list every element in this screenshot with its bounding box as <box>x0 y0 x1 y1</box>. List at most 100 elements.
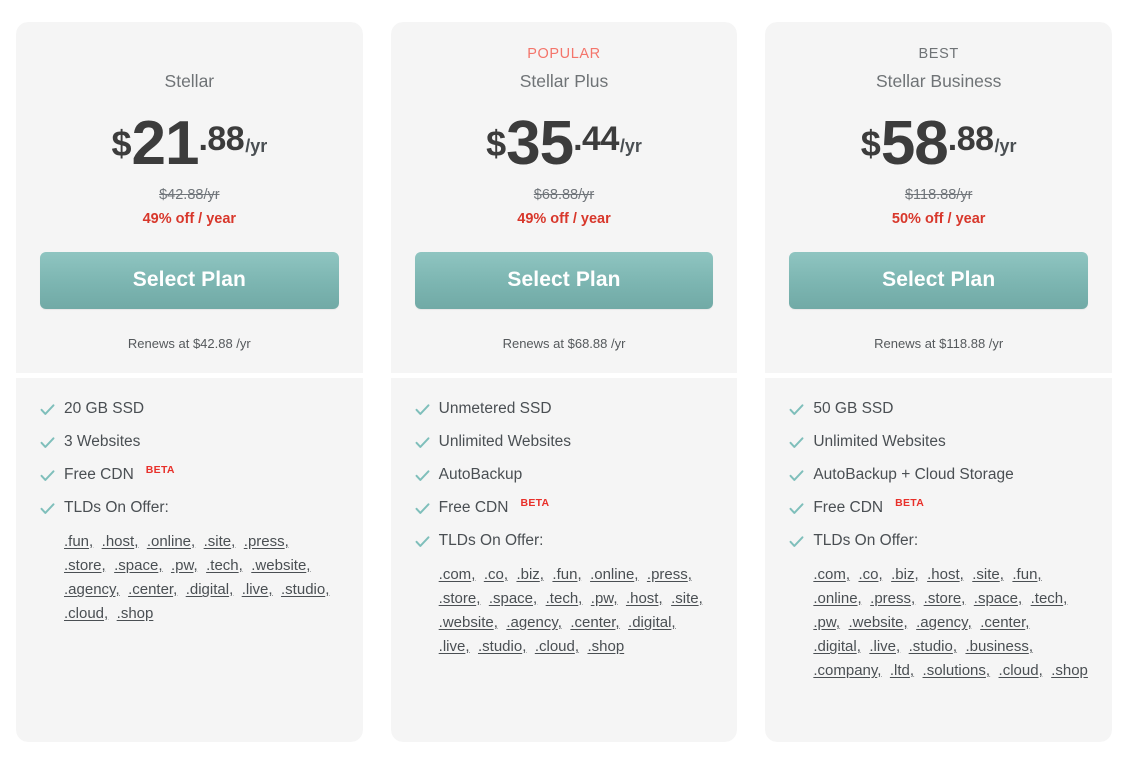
tld-link[interactable]: .ltd <box>890 662 910 679</box>
tld-link[interactable]: .digital <box>813 638 856 655</box>
check-icon <box>415 503 430 515</box>
tld-link[interactable]: .online <box>590 566 634 583</box>
tld-link[interactable]: .agency <box>64 581 115 598</box>
price-currency: $ <box>111 123 132 164</box>
select-plan-button[interactable]: Select Plan <box>40 252 339 310</box>
tld-link[interactable]: .online <box>147 533 191 550</box>
beta-badge: BETA <box>895 497 925 510</box>
tld-link[interactable]: .solutions <box>923 662 986 679</box>
tld-link[interactable]: .press <box>870 590 911 607</box>
check-icon <box>415 404 430 416</box>
tld-separator: , <box>89 533 94 551</box>
tld-separator: , <box>613 590 618 608</box>
tld-separator: , <box>961 590 966 608</box>
feature-label: Free CDN <box>438 499 509 517</box>
tld-link[interactable]: .center <box>980 614 1025 631</box>
tld-link[interactable]: .tech <box>546 590 579 607</box>
tld-link[interactable]: .website <box>251 557 306 574</box>
tld-separator: , <box>557 614 562 632</box>
tld-link[interactable]: .fun <box>552 566 577 583</box>
plan-renewal-note: Renews at $42.88 /yr <box>127 336 251 352</box>
tld-link[interactable]: .company <box>813 662 877 679</box>
tld-separator: , <box>835 614 841 632</box>
tld-separator: , <box>658 590 663 608</box>
plan-card: POPULAR Stellar Plus $35.44/yr $68.88/yr 49%… <box>390 22 738 742</box>
check-icon <box>40 437 55 449</box>
tld-link[interactable]: .live <box>439 638 466 655</box>
tld-link[interactable]: .center <box>570 614 615 631</box>
tld-link[interactable]: .cloud <box>999 662 1039 679</box>
tld-link[interactable]: .biz <box>516 566 539 583</box>
tld-link[interactable]: .store <box>439 590 477 607</box>
tld-link[interactable]: .space <box>114 557 158 574</box>
tld-link[interactable]: .com <box>813 566 846 583</box>
tld-link[interactable]: .store <box>64 557 102 574</box>
tld-link[interactable]: .biz <box>891 566 914 583</box>
plan-price: $35.44/yr <box>415 109 714 178</box>
tld-link[interactable]: .site <box>972 566 1000 583</box>
tld-link[interactable]: .website <box>439 614 494 631</box>
tld-link[interactable]: .digital <box>186 581 229 598</box>
select-plan-button[interactable]: Select Plan <box>414 252 714 310</box>
tld-separator: , <box>191 533 196 551</box>
tld-link[interactable]: .live <box>869 638 896 655</box>
tld-link[interactable]: .studio <box>909 638 953 655</box>
tld-link[interactable]: .fun <box>1012 566 1037 583</box>
tld-link[interactable]: .cloud <box>64 605 104 622</box>
tld-link[interactable]: .co <box>484 566 504 583</box>
tld-link[interactable]: .studio <box>281 581 325 598</box>
tld-link[interactable]: .com <box>439 566 472 583</box>
tld-link[interactable]: .live <box>242 581 269 598</box>
tld-link[interactable]: .fun <box>64 533 89 550</box>
tld-link[interactable]: .press <box>647 566 688 583</box>
tld-link[interactable]: .pw <box>171 557 194 574</box>
plan-header-panel: POPULAR Stellar Plus $35.44/yr $68.88/yr 49%… <box>390 22 738 374</box>
tld-link[interactable]: .pw <box>591 590 614 607</box>
tld-list: .com, .co, .biz, .fun, .online, .press, … <box>439 563 714 659</box>
tld-link[interactable]: .host <box>927 566 960 583</box>
tld-separator: , <box>1038 662 1043 680</box>
tld-link[interactable]: .site <box>671 590 699 607</box>
plan-ribbon-badge <box>40 44 339 65</box>
tld-link[interactable]: .space <box>489 590 533 607</box>
tld-link[interactable]: .shop <box>1051 662 1088 679</box>
tld-link[interactable]: .cloud <box>535 638 575 655</box>
tld-link[interactable]: .tech <box>206 557 239 574</box>
tld-separator: , <box>999 566 1004 584</box>
tld-separator: , <box>857 590 862 608</box>
tld-link[interactable]: .pw <box>813 614 836 631</box>
tld-link[interactable]: .center <box>128 581 173 598</box>
tld-separator: , <box>878 566 883 584</box>
tld-link[interactable]: .business <box>965 638 1028 655</box>
feature-item: Unlimited Websites <box>415 431 714 453</box>
tld-link[interactable]: .agency <box>916 614 967 631</box>
tld-link[interactable]: .tech <box>1031 590 1064 607</box>
check-icon <box>789 503 804 515</box>
tld-link[interactable]: .agency <box>506 614 557 631</box>
tld-link[interactable]: .shop <box>587 638 624 655</box>
select-plan-button[interactable]: Select Plan <box>789 252 1089 310</box>
pricing-plans-row: Stellar $21.88/yr $42.88/yr 49% off / year S… <box>0 0 1128 742</box>
tld-link[interactable]: .host <box>626 590 659 607</box>
tld-link[interactable]: .site <box>204 533 232 550</box>
tld-link[interactable]: .shop <box>117 605 154 622</box>
tld-link[interactable]: .online <box>813 590 857 607</box>
tld-link[interactable]: .website <box>848 614 903 631</box>
feature-item: Free CDN BETA <box>789 497 1088 519</box>
tld-link[interactable]: .press <box>244 533 285 550</box>
feature-label: AutoBackup + Cloud Storage <box>813 466 1014 484</box>
tld-separator: , <box>231 533 236 551</box>
tld-link[interactable]: .co <box>858 566 878 583</box>
tld-separator: , <box>952 638 958 656</box>
tld-link[interactable]: .digital <box>628 614 671 631</box>
price-integer: 35 <box>506 109 574 178</box>
tld-separator: , <box>115 581 120 599</box>
tld-link[interactable]: .store <box>924 590 962 607</box>
feature-item: 50 GB SSD <box>789 398 1088 420</box>
tld-link[interactable]: .space <box>974 590 1018 607</box>
tld-link[interactable]: .host <box>102 533 135 550</box>
plan-discount-label: 50% off / year <box>891 211 986 228</box>
tld-link[interactable]: .studio <box>478 638 522 655</box>
plan-header-panel: Stellar $21.88/yr $42.88/yr 49% off / year S… <box>16 22 363 374</box>
check-icon <box>40 404 55 416</box>
